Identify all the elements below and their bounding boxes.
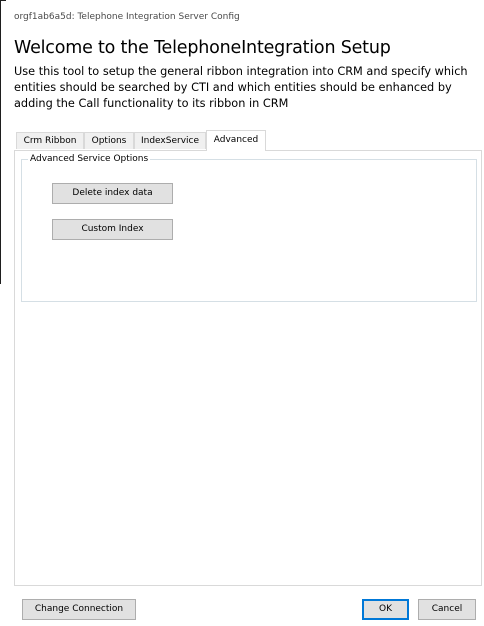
window-top-edge bbox=[0, 0, 6, 1]
custom-index-button[interactable]: Custom Index bbox=[52, 219, 173, 240]
page-title: Welcome to the TelephoneIntegration Setu… bbox=[14, 38, 391, 58]
window-title: orgf1ab6a5d: Telephone Integration Serve… bbox=[14, 12, 240, 22]
tab-advanced[interactable]: Advanced bbox=[206, 130, 266, 151]
tab-index-service[interactable]: IndexService bbox=[134, 132, 206, 149]
cancel-button[interactable]: Cancel bbox=[418, 599, 476, 620]
change-connection-button[interactable]: Change Connection bbox=[22, 599, 136, 620]
tab-crm-ribbon[interactable]: Crm Ribbon bbox=[16, 132, 84, 149]
advanced-service-options-group: Advanced Service Options Delete index da… bbox=[21, 153, 477, 302]
tab-options[interactable]: Options bbox=[84, 132, 134, 149]
advanced-tab-panel: Advanced Service Options Delete index da… bbox=[14, 150, 482, 586]
group-title: Advanced Service Options bbox=[28, 153, 151, 165]
window-left-edge bbox=[0, 0, 1, 284]
ok-button[interactable]: OK bbox=[362, 599, 409, 620]
delete-index-data-button[interactable]: Delete index data bbox=[52, 183, 173, 204]
intro-text: Use this tool to setup the general ribbo… bbox=[14, 65, 468, 110]
